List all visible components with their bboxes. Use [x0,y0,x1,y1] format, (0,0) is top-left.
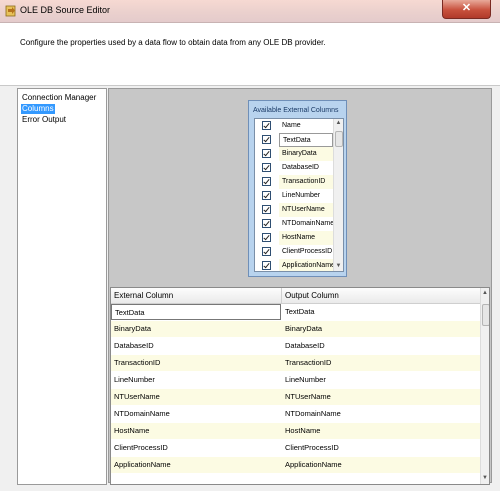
column-checkbox[interactable] [262,247,271,256]
table-row[interactable]: TransactionID TransactionID [111,355,481,372]
external-column-cell[interactable]: LineNumber [111,372,281,388]
column-checkbox[interactable] [262,191,271,200]
column-mapping-grid: External Column Output Column TextData T… [110,287,490,485]
scroll-down-icon[interactable]: ▼ [481,474,489,483]
table-row[interactable]: LineNumber LineNumber [111,372,481,389]
column-name: ClientProcessID [282,248,333,255]
external-column-cell[interactable]: TextData [111,304,281,320]
select-all-checkbox[interactable] [262,121,271,130]
column-name: ApplicationName [279,259,335,271]
available-columns-title: Available External Columns [253,107,339,114]
list-item: LineNumber [255,189,333,203]
output-column-cell[interactable]: ApplicationName [282,457,457,473]
table-row[interactable]: TextData TextData [111,304,481,321]
close-button[interactable]: ✕ [442,0,491,19]
table-row[interactable]: DatabaseID DatabaseID [111,338,481,355]
column-checkbox[interactable] [262,261,271,270]
external-column-cell[interactable]: ClientProcessID [111,440,281,456]
column-name: NTUserName [279,203,333,217]
column-checkbox[interactable] [262,233,271,242]
output-column-cell[interactable]: DatabaseID [282,338,457,354]
column-checkbox[interactable] [262,149,271,158]
ssis-package-icon [5,5,16,17]
grid-header: External Column Output Column [111,288,481,304]
output-column-cell[interactable]: NTDomainName [282,406,457,422]
name-column-header: Name [282,122,301,129]
external-column-cell[interactable]: ApplicationName [111,457,281,473]
list-item: NTUserName [255,203,333,217]
available-columns-list: Name TextData BinaryData DatabaseID Tran… [254,118,344,272]
nav-item-error-output[interactable]: Error Output [21,115,67,125]
list-item: BinaryData [255,147,333,161]
nav-item-columns[interactable]: Columns [21,104,55,114]
column-checkbox[interactable] [262,177,271,186]
column-name: TextData [279,133,333,147]
select-all-row: Name [255,119,333,133]
output-column-cell[interactable]: HostName [282,423,457,439]
column-name: TransactionID [279,175,333,189]
external-column-header[interactable]: External Column [111,288,173,303]
list-item: HostName [255,231,333,245]
header-panel: Configure the properties used by a data … [0,23,500,85]
window-title: OLE DB Source Editor [20,5,111,15]
close-icon: ✕ [461,2,472,14]
grid-scrollbar[interactable]: ▲ ▼ [480,288,489,484]
output-column-cell[interactable]: TransactionID [282,355,457,371]
list-item: DatabaseID [255,161,333,175]
available-columns-panel: Available External Columns Name TextData… [248,100,347,277]
list-item: ApplicationName [255,259,335,271]
editor-description: Configure the properties used by a data … [20,38,326,47]
table-row[interactable]: HostName HostName [111,423,481,440]
output-column-cell[interactable]: TextData [282,304,457,320]
scroll-down-icon[interactable]: ▼ [334,262,343,271]
output-column-cell[interactable]: NTUserName [282,389,457,405]
list-item: ClientProcessID [255,245,333,259]
column-checkbox[interactable] [262,163,271,172]
scrollbar-thumb[interactable] [482,304,489,326]
column-name: NTDomainName [282,220,335,227]
scroll-up-icon[interactable]: ▲ [481,289,489,298]
output-column-cell[interactable]: BinaryData [282,321,457,337]
nav-item-connection-manager[interactable]: Connection Manager [21,93,97,103]
external-column-cell[interactable]: NTDomainName [111,406,281,422]
scroll-up-icon[interactable]: ▲ [334,119,343,128]
table-row[interactable]: ApplicationName ApplicationName [111,457,481,474]
column-name: LineNumber [282,192,321,199]
output-column-header[interactable]: Output Column [282,288,339,303]
list-item: TransactionID [255,175,333,189]
external-column-cell[interactable]: DatabaseID [111,338,281,354]
table-row[interactable]: NTDomainName NTDomainName [111,406,481,423]
table-row[interactable]: BinaryData BinaryData [111,321,481,338]
page-navigation: Connection Manager Columns Error Output [17,88,107,485]
list-item: NTDomainName [255,217,335,231]
column-name: BinaryData [279,147,333,161]
output-column-cell[interactable]: ClientProcessID [282,440,457,456]
external-column-cell[interactable]: BinaryData [111,321,281,337]
title-bar: OLE DB Source Editor ✕ [0,0,500,23]
column-name: DatabaseID [282,164,319,171]
table-row[interactable] [111,474,481,484]
external-column-cell[interactable]: TransactionID [111,355,281,371]
list-item: TextData [255,133,333,147]
output-column-cell[interactable]: LineNumber [282,372,457,388]
table-row[interactable]: ClientProcessID ClientProcessID [111,440,481,457]
scrollbar-thumb[interactable] [335,131,343,147]
column-checkbox[interactable] [262,219,271,228]
column-checkbox[interactable] [262,205,271,214]
table-row[interactable]: NTUserName NTUserName [111,389,481,406]
column-checkbox[interactable] [262,135,271,144]
column-name: HostName [279,231,333,245]
external-column-cell[interactable]: NTUserName [111,389,281,405]
available-columns-scrollbar[interactable]: ▲ ▼ [333,119,343,271]
external-column-cell[interactable]: HostName [111,423,281,439]
